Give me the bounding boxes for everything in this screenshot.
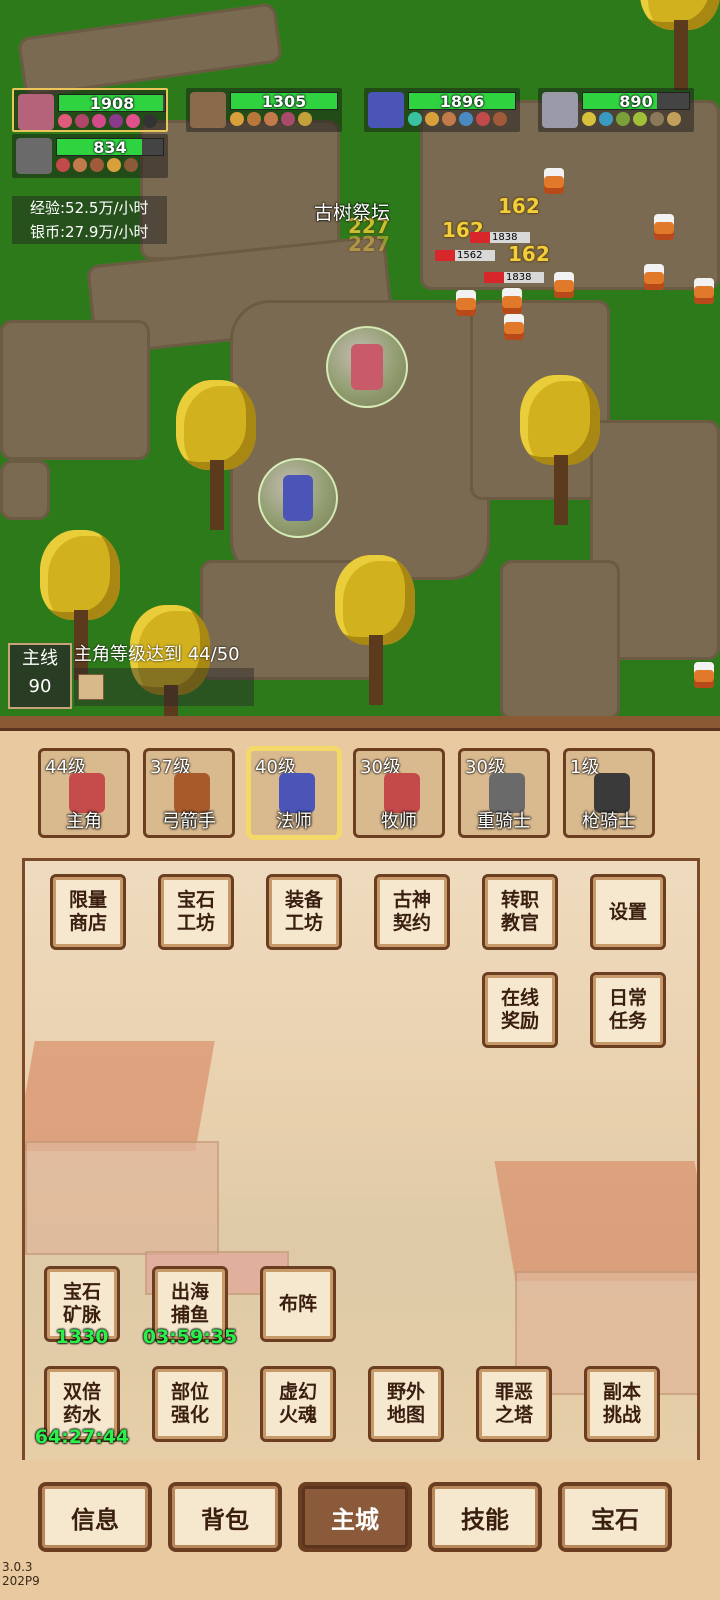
party-member-2[interactable]: 1305	[186, 88, 342, 132]
gem-mine-timer: 1330	[55, 1326, 109, 1348]
nav-info[interactable]: 信息	[38, 1482, 152, 1552]
party-hp: 890	[619, 92, 653, 111]
exp-rate: 经验:52.5万/小时	[12, 196, 167, 220]
tree	[176, 380, 256, 530]
panel-top-border	[0, 716, 720, 731]
equipment-workshop-button[interactable]: 装备 工坊	[266, 874, 342, 950]
tree	[520, 375, 600, 525]
silver-rate: 银币:27.9万/小时	[12, 220, 167, 244]
enemy-hp-bar: 1838	[484, 272, 544, 283]
swordsman-portrait-icon	[18, 94, 54, 130]
mage-portrait-icon	[368, 92, 404, 128]
enemy[interactable]	[690, 272, 718, 308]
tree	[640, 0, 720, 90]
hero-in-bubble[interactable]	[326, 326, 408, 408]
nav-skills[interactable]: 技能	[428, 1482, 542, 1552]
enemy[interactable]	[550, 266, 578, 302]
quest-tag-number: 90	[28, 676, 52, 697]
illusion-soul-button[interactable]: 虚幻 火魂	[260, 1366, 336, 1442]
party-member-3[interactable]: 1896	[364, 88, 520, 132]
nav-backpack[interactable]: 背包	[168, 1482, 282, 1552]
main-quest-tag[interactable]: 主线 90	[8, 643, 72, 709]
priest-portrait-icon	[542, 92, 578, 128]
enemy[interactable]	[690, 656, 718, 692]
damage-number: 162	[508, 242, 550, 266]
reward-item-icon	[78, 674, 104, 700]
archer-portrait-icon	[190, 92, 226, 128]
nav-gems[interactable]: 宝石	[558, 1482, 672, 1552]
enemy[interactable]	[650, 208, 678, 244]
damage-number: 162	[498, 194, 540, 218]
party-hp: 1305	[261, 92, 307, 111]
job-change-button[interactable]: 转职 教官	[482, 874, 558, 950]
party-member-1[interactable]: 1908	[12, 88, 168, 132]
enemy[interactable]	[500, 308, 528, 344]
daily-tasks-button[interactable]: 日常 任务	[590, 972, 666, 1048]
ancient-god-contract-button[interactable]: 古神 契约	[374, 874, 450, 950]
version-label: 3.0.3 202P9	[2, 1560, 40, 1588]
hero-card-mage[interactable]: 40级 法师	[248, 748, 340, 838]
enemy-hp-bar: 1838	[470, 232, 530, 243]
double-potion-timer: 64:27:44	[34, 1426, 130, 1448]
party-hp: 834	[93, 138, 127, 157]
hero-in-bubble[interactable]	[258, 458, 338, 538]
hero-card-archer[interactable]: 37级 弓箭手	[143, 748, 235, 838]
nav-main-city[interactable]: 主城	[298, 1482, 412, 1552]
party-hp: 1896	[439, 92, 485, 111]
dungeon-challenge-button[interactable]: 副本 挑战	[584, 1366, 660, 1442]
fishing-timer: 03:59:35	[142, 1326, 238, 1348]
online-reward-button[interactable]: 在线 奖励	[482, 972, 558, 1048]
field-map-button[interactable]: 野外 地图	[368, 1366, 444, 1442]
hero-card-protagonist[interactable]: 44级 主角	[38, 748, 130, 838]
quest-objective[interactable]: 主角等级达到 44/50	[74, 640, 240, 666]
formation-button[interactable]: 布阵	[260, 1266, 336, 1342]
enemy[interactable]	[540, 162, 568, 198]
hero-card-heavy-knight[interactable]: 30级 重骑士	[458, 748, 550, 838]
settings-button[interactable]: 设置	[590, 874, 666, 950]
tree	[335, 555, 415, 705]
party-member-5[interactable]: 834	[12, 134, 168, 178]
gem-workshop-button[interactable]: 宝石 工坊	[158, 874, 234, 950]
party-member-4[interactable]: 890	[538, 88, 694, 132]
enemy-hp-bar: 1562	[435, 250, 495, 261]
hero-card-priest[interactable]: 30级 牧师	[353, 748, 445, 838]
part-enhance-button[interactable]: 部位 强化	[152, 1366, 228, 1442]
party-hp: 1908	[89, 94, 135, 113]
hero-card-lancer[interactable]: 1级 枪骑士	[563, 748, 655, 838]
quest-reward	[74, 668, 254, 706]
sin-tower-button[interactable]: 罪恶 之塔	[476, 1366, 552, 1442]
knight-portrait-icon	[16, 138, 52, 174]
location-name: 古树祭坛	[314, 202, 391, 224]
quest-tag-label: 主线	[22, 648, 58, 669]
enemy[interactable]	[452, 284, 480, 320]
limited-shop-button[interactable]: 限量 商店	[50, 874, 126, 950]
damage-number: 227	[348, 232, 390, 256]
enemy[interactable]	[640, 258, 668, 294]
